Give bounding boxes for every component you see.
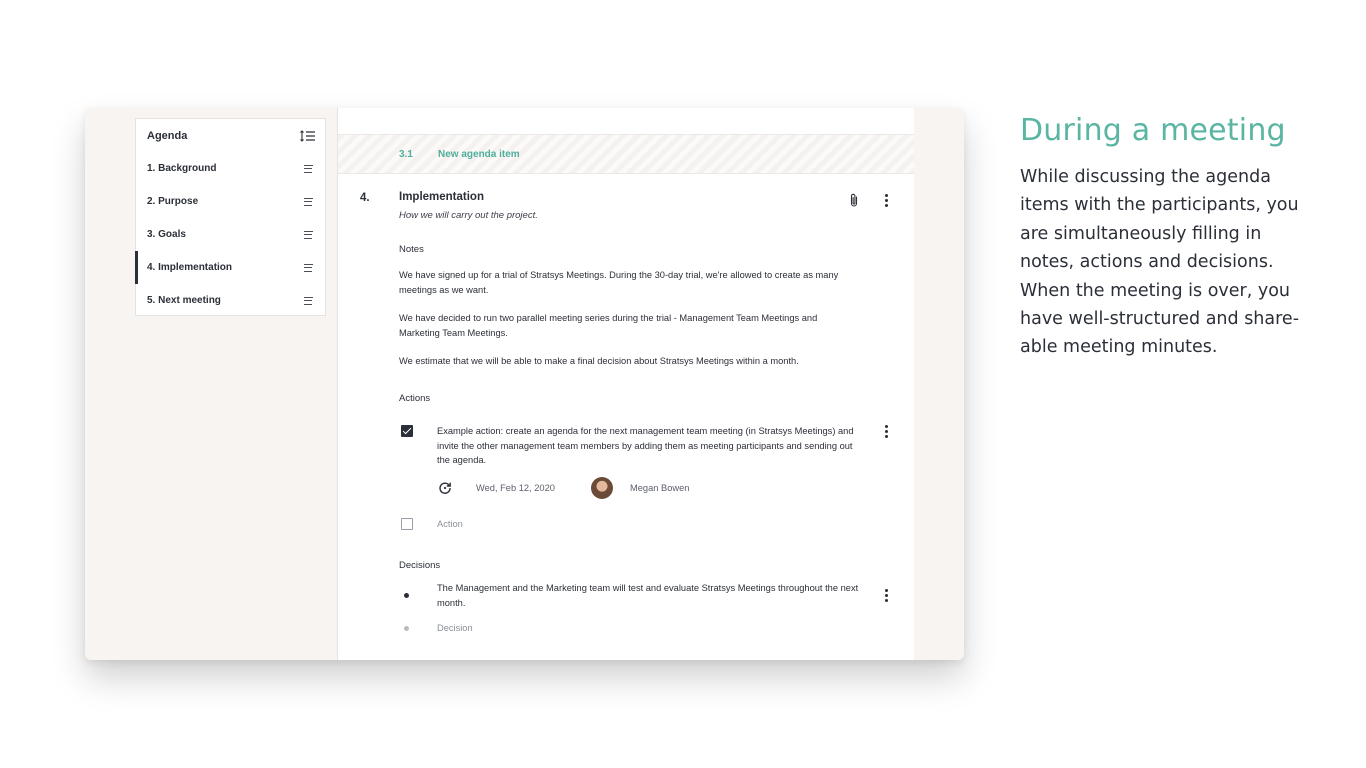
sidebar-item-label: 1. Background xyxy=(147,163,217,174)
promo-line: notes, actions and decisions. xyxy=(1020,252,1274,273)
action-assignee[interactable]: Megan Bowen xyxy=(630,483,689,493)
agenda-header: Agenda xyxy=(136,119,325,152)
new-action-input[interactable]: Action xyxy=(437,519,463,529)
sidebar-item-implementation[interactable]: 4. Implementation xyxy=(135,251,325,284)
notes-lines-icon xyxy=(304,296,314,305)
item-more-icon[interactable] xyxy=(878,192,894,208)
action-checkbox[interactable] xyxy=(401,425,413,437)
notes-lines-icon xyxy=(304,164,314,173)
sidebar-item-label: 2. Purpose xyxy=(147,196,199,207)
sidebar-item-label: 5. Next meeting xyxy=(147,295,221,306)
promo-line: are simultaneously filling in xyxy=(1020,223,1262,244)
agenda-item-title[interactable]: Implementation xyxy=(399,191,484,203)
meeting-content: 3.1 New agenda item 4. Implementation Ho… xyxy=(337,108,914,660)
new-item-number: 3.1 xyxy=(399,148,413,160)
sidebar-item-label: 4. Implementation xyxy=(147,262,233,273)
reorder-icon[interactable] xyxy=(300,129,316,142)
decisions-label: Decisions xyxy=(399,560,441,571)
new-agenda-item-label: New agenda item xyxy=(438,148,520,160)
recurring-icon[interactable] xyxy=(437,480,453,496)
note-paragraph[interactable]: We estimate that we will be able to make… xyxy=(399,354,849,369)
promo-line: When the meeting is over, you xyxy=(1020,280,1291,301)
attachment-icon[interactable] xyxy=(846,192,862,208)
sidebar-item-next-meeting[interactable]: 5. Next meeting xyxy=(136,284,325,317)
note-paragraph[interactable]: We have decided to run two parallel meet… xyxy=(399,311,849,340)
new-action-checkbox[interactable] xyxy=(401,518,413,530)
notes-label: Notes xyxy=(399,244,424,255)
decision-bullet xyxy=(404,593,409,598)
agenda-item-subtitle: How we will carry out the project. xyxy=(399,210,538,221)
action-more-icon[interactable] xyxy=(878,423,894,439)
new-decision-bullet xyxy=(404,626,409,631)
agenda-item-number: 4. xyxy=(360,192,370,204)
promo-line: able meeting minutes. xyxy=(1020,337,1218,358)
notes-lines-icon xyxy=(304,263,314,272)
sidebar-item-background[interactable]: 1. Background xyxy=(136,152,325,185)
notes-lines-icon xyxy=(304,197,314,206)
promo-heading: During a meeting xyxy=(1020,113,1286,148)
decision-text[interactable]: The Management and the Marketing team wi… xyxy=(437,581,867,610)
actions-label: Actions xyxy=(399,393,431,404)
notes-lines-icon xyxy=(304,230,314,239)
promo-line: have well-structured and share- xyxy=(1020,309,1300,330)
sidebar-item-purpose[interactable]: 2. Purpose xyxy=(136,185,325,218)
avatar xyxy=(591,477,613,499)
note-paragraph[interactable]: We have signed up for a trial of Stratsy… xyxy=(399,268,849,297)
new-decision-input[interactable]: Decision xyxy=(437,623,473,633)
decision-more-icon[interactable] xyxy=(878,587,894,603)
new-agenda-item-row[interactable]: 3.1 New agenda item xyxy=(338,134,914,174)
promo-line: While discussing the agenda xyxy=(1020,167,1271,187)
agenda-sidebar: Agenda 1. Background 2. Purpose 3. Goals… xyxy=(135,118,326,316)
promo-description: While discussing the agenda items with t… xyxy=(1020,163,1320,362)
promo-line: items with the participants, you xyxy=(1020,195,1299,216)
agenda-title: Agenda xyxy=(147,129,188,142)
app-window: Agenda 1. Background 2. Purpose 3. Goals… xyxy=(85,108,964,660)
action-text[interactable]: Example action: create an agenda for the… xyxy=(437,424,862,468)
action-due-date[interactable]: Wed, Feb 12, 2020 xyxy=(476,483,555,493)
sidebar-item-goals[interactable]: 3. Goals xyxy=(136,218,325,251)
sidebar-item-label: 3. Goals xyxy=(147,229,186,240)
